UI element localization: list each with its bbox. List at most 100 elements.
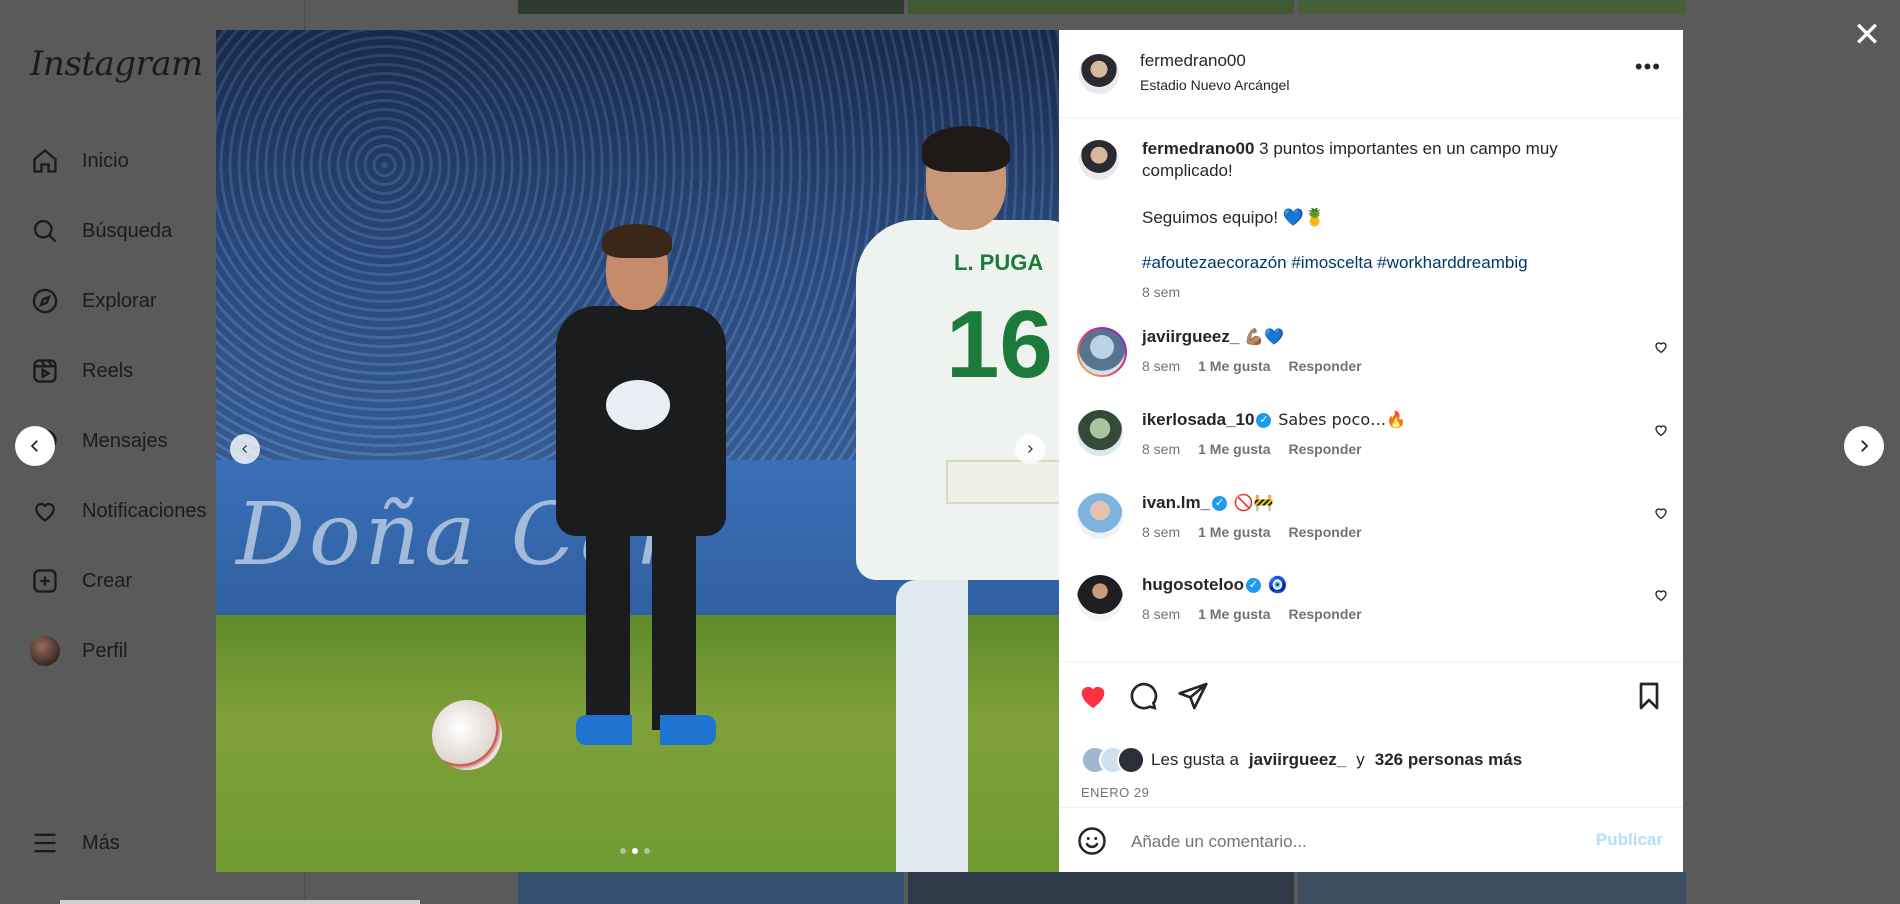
- sidebar-item-label: Perfil: [82, 639, 128, 662]
- comment-line: javiirgueez_ 💪🏽💙: [1142, 327, 1284, 347]
- sidebar-item-label: Notificaciones: [82, 499, 207, 522]
- comment-line: ivan.lm_ ✓ 🚫🚧: [1142, 493, 1274, 513]
- reels-icon: [30, 356, 60, 386]
- comment-time[interactable]: 8 sem: [1142, 524, 1180, 540]
- reply-button[interactable]: Responder: [1288, 606, 1361, 622]
- grid-tile: [908, 872, 1294, 904]
- heart-icon[interactable]: [1653, 339, 1669, 355]
- author-username[interactable]: fermedrano00: [1140, 51, 1246, 71]
- player-opponent: L. PUGA 16: [836, 126, 1059, 872]
- shirt-number: 16: [946, 291, 1053, 398]
- caption-username[interactable]: fermedrano00: [1142, 139, 1254, 158]
- post-actions: Les gusta a javiirgueez_ y 326 personas …: [1059, 661, 1683, 873]
- caption-avatar[interactable]: [1079, 140, 1119, 180]
- sidebar-item-mas[interactable]: Más: [30, 823, 120, 863]
- grid-tile: [1298, 0, 1686, 14]
- carousel-dots: [620, 848, 650, 854]
- hamburger-menu-icon: [30, 828, 60, 858]
- likes-prefix: Les gusta a: [1151, 750, 1239, 769]
- close-icon[interactable]: ✕: [1850, 18, 1884, 52]
- commenter-username[interactable]: hugosoteloo: [1142, 575, 1244, 594]
- emoji-icon[interactable]: [1077, 826, 1107, 856]
- next-post-button[interactable]: [1844, 426, 1884, 466]
- more-options-icon[interactable]: •••: [1635, 56, 1661, 78]
- sidebar-item-label: Explorar: [82, 289, 157, 312]
- caption-timestamp[interactable]: 8 sem: [1142, 284, 1180, 300]
- chevron-right-icon: [1861, 440, 1869, 452]
- commenter-username[interactable]: javiirgueez_: [1142, 327, 1239, 346]
- comment-time[interactable]: 8 sem: [1142, 358, 1180, 374]
- grid-tile: [518, 872, 904, 904]
- post-date[interactable]: ENERO 29: [1081, 785, 1149, 800]
- comment-text: 🧿: [1267, 575, 1288, 594]
- comment-likes[interactable]: 1 Me gusta: [1198, 441, 1270, 457]
- commenter-avatar[interactable]: [1077, 327, 1127, 377]
- commenter-username[interactable]: ikerlosada_10: [1142, 410, 1254, 429]
- sidebar-item-perfil[interactable]: Perfil: [30, 631, 128, 671]
- compass-icon: [30, 286, 60, 316]
- commenter-avatar[interactable]: [1077, 575, 1123, 621]
- comment-likes[interactable]: 1 Me gusta: [1198, 524, 1270, 540]
- plus-square-icon: [30, 566, 60, 596]
- carousel-dot-active: [632, 848, 638, 854]
- heart-icon[interactable]: [1653, 422, 1669, 438]
- like-button[interactable]: [1077, 680, 1109, 712]
- sidebar-item-reels[interactable]: Reels: [30, 351, 133, 391]
- comment-meta: 8 sem 1 Me gusta Responder: [1142, 358, 1362, 374]
- carousel-dot: [620, 848, 626, 854]
- commenter-username[interactable]: ivan.lm_: [1142, 493, 1210, 512]
- heart-icon[interactable]: [1653, 587, 1669, 603]
- save-button[interactable]: [1633, 680, 1665, 712]
- player-celta: [546, 224, 736, 750]
- sidebar-item-crear[interactable]: Crear: [30, 561, 132, 601]
- grid-tile: [1298, 872, 1686, 904]
- verified-badge-icon: ✓: [1256, 413, 1272, 429]
- comment-meta: 8 sem 1 Me gusta Responder: [1142, 606, 1362, 622]
- carousel-prev-button[interactable]: [230, 434, 260, 464]
- reply-button[interactable]: Responder: [1288, 358, 1361, 374]
- commenter-avatar[interactable]: [1077, 493, 1123, 539]
- carousel-next-button[interactable]: [1015, 434, 1045, 464]
- sidebar-item-label: Inicio: [82, 149, 129, 172]
- comment-input[interactable]: [1129, 824, 1573, 860]
- comment-text: Sabes poco…🔥: [1278, 410, 1407, 429]
- heart-icon[interactable]: [1653, 505, 1669, 521]
- previous-post-button[interactable]: [15, 426, 55, 466]
- liker-avatar: [1117, 746, 1145, 774]
- likes-others[interactable]: 326 personas más: [1375, 750, 1522, 770]
- post-media[interactable]: Doña Car L. PUGA 16: [216, 30, 1059, 872]
- author-avatar[interactable]: [1079, 54, 1119, 94]
- liker-avatars: [1081, 746, 1145, 774]
- sidebar-item-notificaciones[interactable]: Notificaciones: [30, 491, 207, 531]
- comment-likes[interactable]: 1 Me gusta: [1198, 358, 1270, 374]
- share-button[interactable]: [1177, 680, 1209, 712]
- comment-item: hugosoteloo ✓ 🧿 8 sem 1 Me gusta Responder: [1059, 575, 1683, 645]
- publish-button[interactable]: Publicar: [1596, 830, 1663, 850]
- likes-user[interactable]: javiirgueez_: [1249, 750, 1346, 770]
- reply-button[interactable]: Responder: [1288, 524, 1361, 540]
- comment-item: ikerlosada_10 ✓ Sabes poco…🔥 8 sem 1 Me gu…: [1059, 410, 1683, 480]
- chevron-left-icon: [242, 445, 247, 453]
- likes-summary: Les gusta a javiirgueez_ y 326 personas …: [1081, 746, 1522, 774]
- chevron-right-icon: [1028, 445, 1033, 453]
- sidebar-item-busqueda[interactable]: Búsqueda: [30, 211, 172, 251]
- comment-button[interactable]: [1127, 680, 1159, 712]
- comment-time[interactable]: 8 sem: [1142, 441, 1180, 457]
- sidebar-item-explorar[interactable]: Explorar: [30, 281, 156, 321]
- scroll-indicator: [60, 900, 420, 904]
- comment-time[interactable]: 8 sem: [1142, 606, 1180, 622]
- sidebar-item-label: Búsqueda: [82, 219, 173, 242]
- commenter-avatar[interactable]: [1077, 410, 1123, 456]
- send-icon: [1178, 682, 1208, 710]
- likes-joiner: y: [1356, 750, 1365, 769]
- comment-text: 💪🏽💙: [1244, 327, 1284, 346]
- comment-item: javiirgueez_ 💪🏽💙 8 sem 1 Me gusta Responde…: [1059, 327, 1683, 397]
- post-location[interactable]: Estadio Nuevo Arcángel: [1140, 77, 1289, 93]
- caption-hashtags[interactable]: #afoutezaecorazón #imoscelta #workharddr…: [1142, 253, 1528, 273]
- comment-likes[interactable]: 1 Me gusta: [1198, 606, 1270, 622]
- reply-button[interactable]: Responder: [1288, 441, 1361, 457]
- instagram-logo[interactable]: Instagram: [30, 44, 203, 84]
- verified-badge-icon: ✓: [1212, 496, 1228, 512]
- search-icon: [30, 216, 60, 246]
- sidebar-item-inicio[interactable]: Inicio: [30, 141, 129, 181]
